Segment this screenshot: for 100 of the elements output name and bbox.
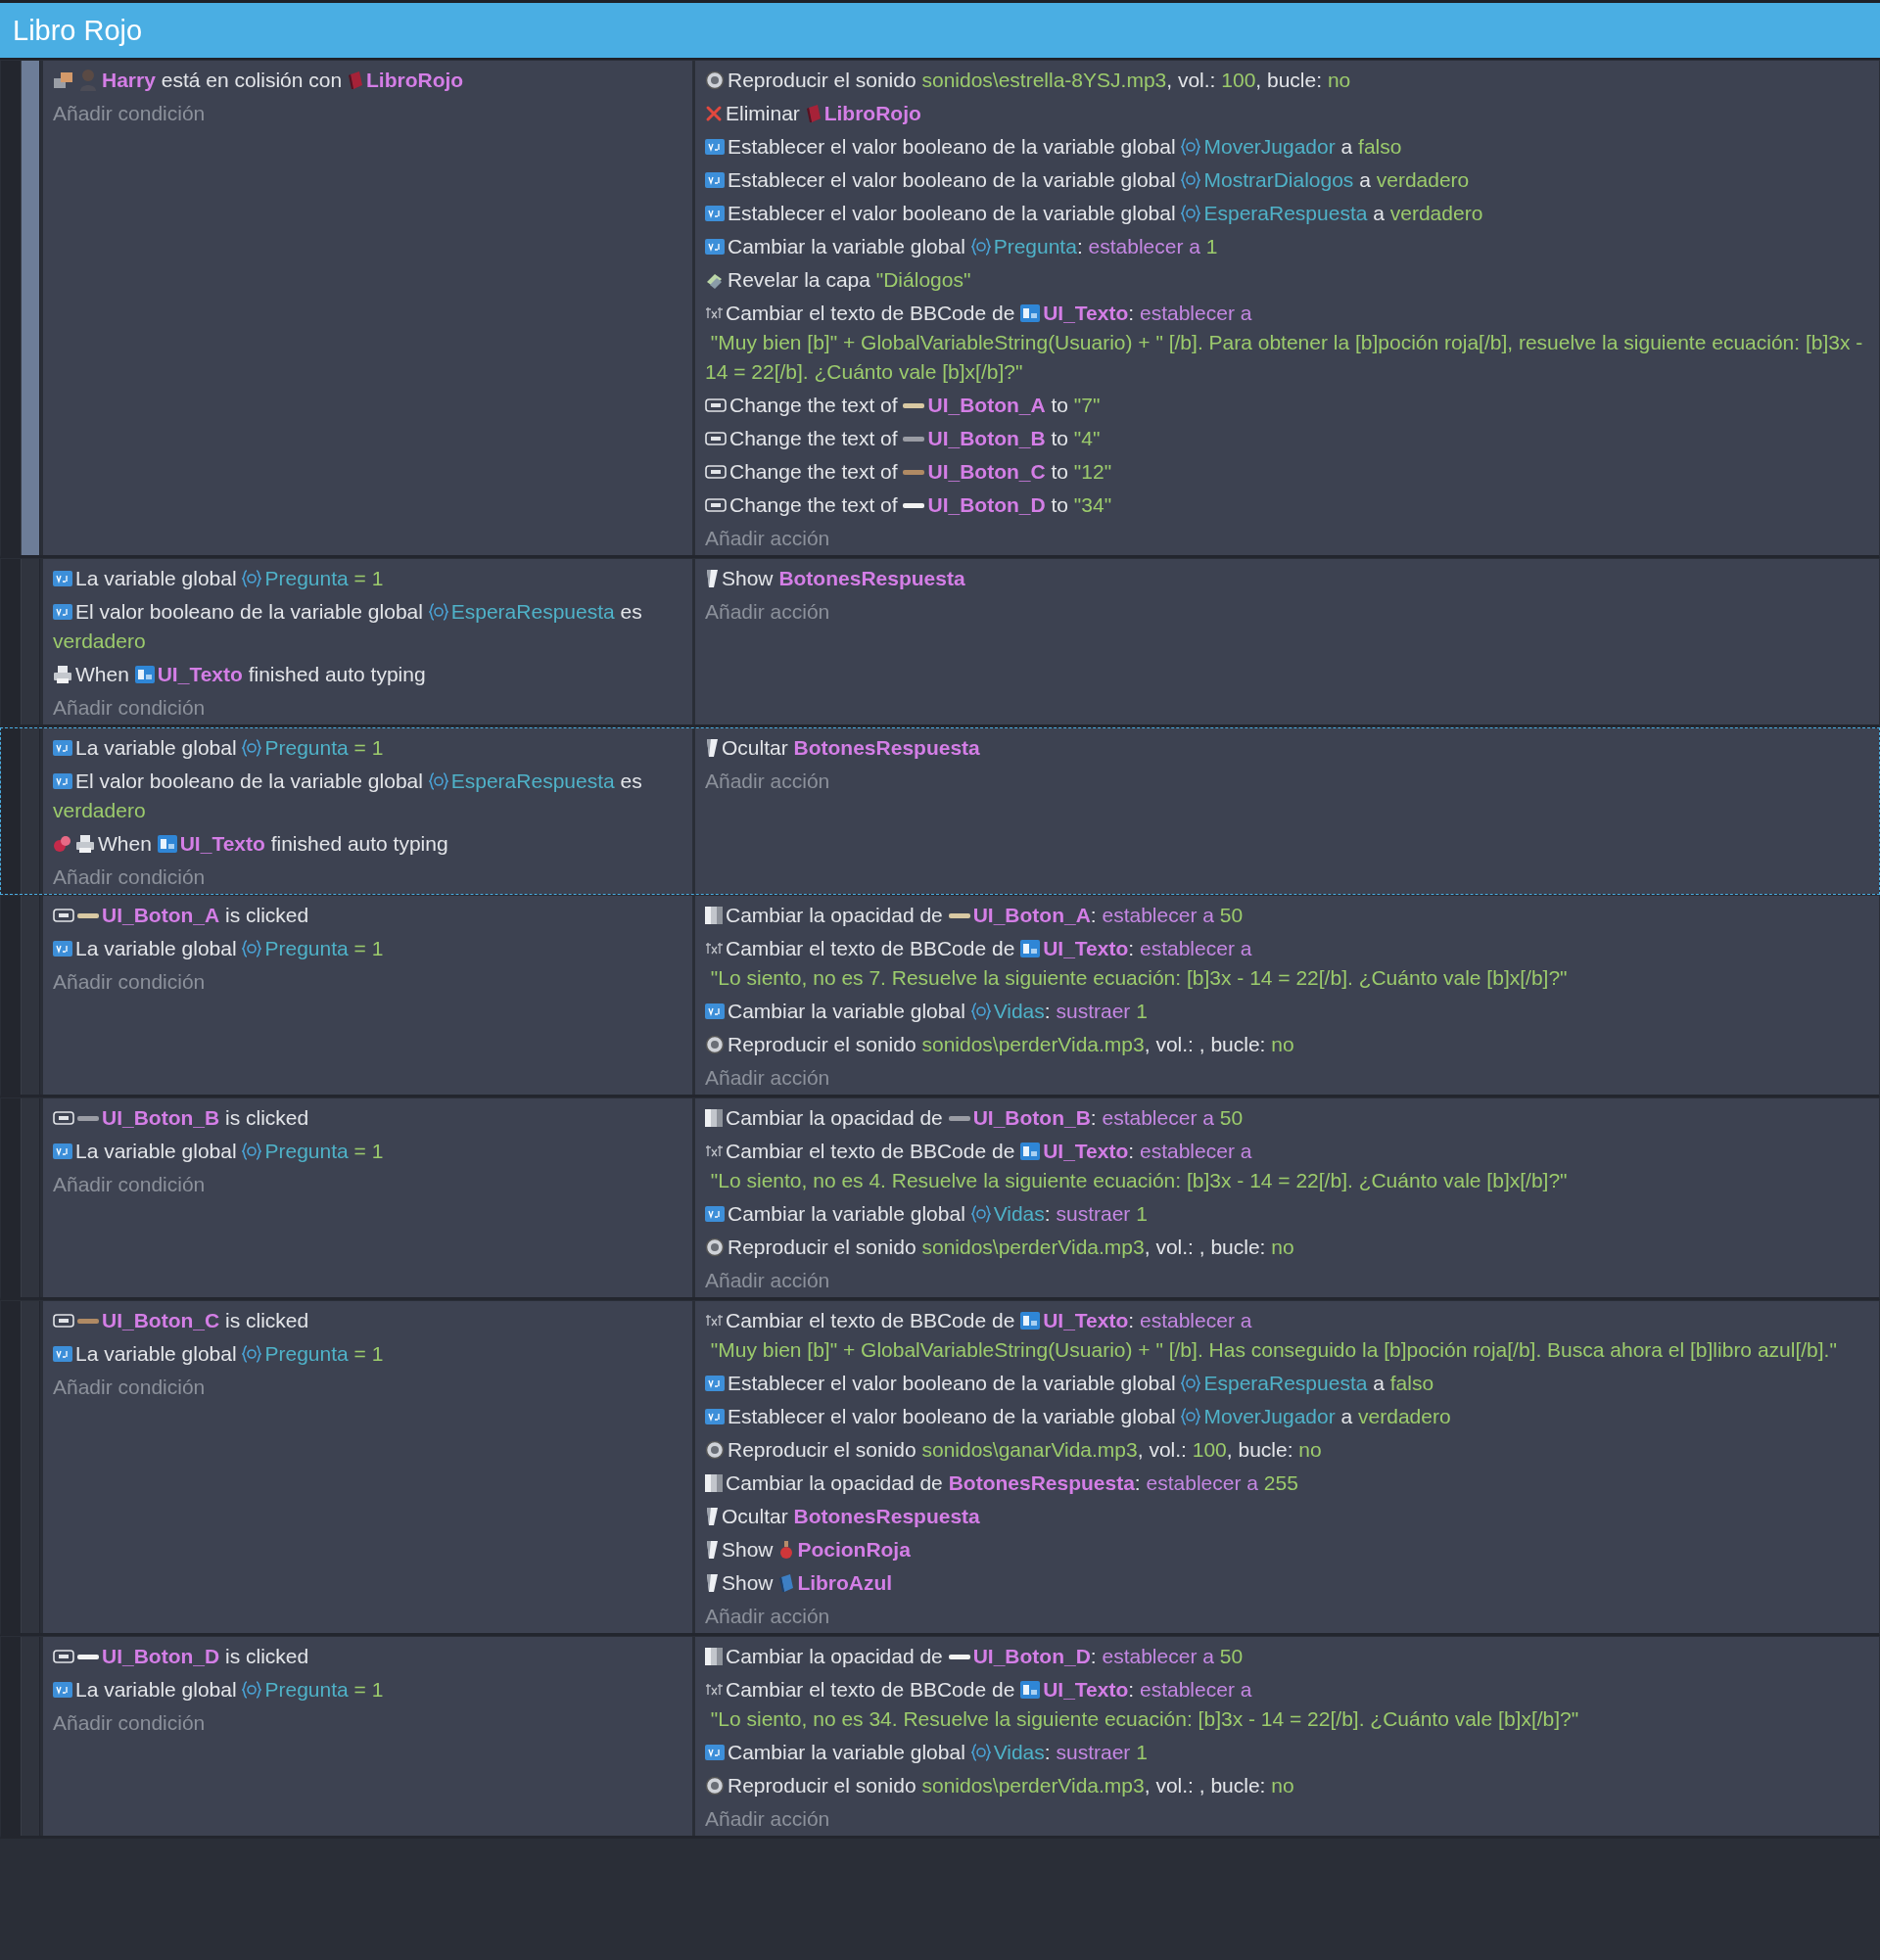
text-icon (705, 1144, 723, 1158)
event-text: es (619, 599, 643, 625)
braces-icon (1181, 204, 1201, 223)
add-action-button[interactable]: Añadir acción (705, 1602, 1869, 1631)
braces-icon (242, 1142, 262, 1161)
event-text: Show (722, 566, 775, 591)
parameter-value: falso (1358, 134, 1402, 160)
operation-text: establecer a (1146, 1470, 1258, 1496)
braces-icon (970, 237, 991, 257)
event-text: Cambiar la variable global (728, 999, 966, 1024)
flag-icon (705, 569, 719, 588)
drag-handle[interactable] (22, 1637, 39, 1836)
event-block[interactable] (0, 1300, 1880, 1636)
add-action-button[interactable]: Añadir acción (705, 1266, 1869, 1295)
text-object-icon (1020, 1143, 1041, 1160)
event-block[interactable] (0, 60, 1880, 558)
add-action-button[interactable]: Añadir acción (705, 1804, 1869, 1834)
add-action-button[interactable]: Añadir acción (705, 1063, 1869, 1093)
add-action-button[interactable]: Añadir acción (705, 767, 1869, 796)
braces-icon (970, 1743, 991, 1762)
event-text: : (1128, 1139, 1136, 1164)
event-text: a (1340, 1404, 1354, 1429)
event-text: to (1050, 492, 1069, 518)
parameter-value: no (1298, 1437, 1322, 1463)
potion-icon (778, 1540, 795, 1560)
drag-handle[interactable] (22, 559, 39, 724)
parameter-value: 50 (1218, 1105, 1244, 1131)
braces-icon (1181, 170, 1201, 190)
button-icon (53, 909, 74, 922)
add-condition-button[interactable]: Añadir condición (53, 967, 682, 997)
event-text: to (1050, 459, 1069, 485)
event-block[interactable]: La variable global Pregunta = 1 El valor booleano de la variable global EsperaRespuesta es verdadero When UI_Texto finished auto typing Añadir condición Ocultar BotonesRespuesta Añadir acción (0, 727, 1880, 895)
gradient-icon (705, 1474, 723, 1492)
parameter-value: no (1271, 1773, 1294, 1798)
object-name: LibroAzul (797, 1570, 893, 1596)
drag-handle[interactable] (22, 61, 39, 555)
add-condition-button[interactable]: Añadir condición (53, 99, 682, 128)
button-icon (705, 498, 727, 512)
event-block[interactable]: La variable global Pregunta = 1 El valor booleano de la variable global EsperaRespuesta es verdadero When UI_Texto finished auto typing Añadir condición Show BotonesRespuesta Añadir acción (0, 558, 1880, 727)
braces-icon (242, 1344, 262, 1364)
variable-name: EsperaRespuesta (450, 769, 615, 794)
add-action-button[interactable]: Añadir acción (705, 524, 1869, 553)
event-block[interactable] (0, 895, 1880, 1097)
text-object-icon (157, 835, 177, 853)
parameter-value: 100 (1221, 68, 1256, 93)
event-text: : (1134, 1470, 1142, 1496)
parameter-value: sonidos\perderVida.mp3 (921, 1773, 1145, 1798)
add-condition-button[interactable]: Añadir condición (53, 1708, 682, 1738)
event-block[interactable] (0, 1636, 1880, 1839)
variable-icon (705, 1206, 725, 1222)
event-text: Establecer el valor booleano de la variable global (728, 1404, 1177, 1429)
event-text: Cambiar la opacidad de (726, 1644, 944, 1669)
parameter-value: "Lo siento, no es 34. Resuelve la siguiente ecuación: [b]3x - 14 = 22[/b]. ¿Cuánto vale [b]x[/b]?" (709, 1706, 1580, 1732)
parameter-value: sonidos\ganarVida.mp3 (921, 1437, 1138, 1463)
sound-icon (705, 70, 725, 90)
add-action-button[interactable]: Añadir acción (705, 597, 1869, 627)
event-text: Establecer el valor booleano de la variable global (728, 1371, 1177, 1396)
drag-handle[interactable] (22, 728, 39, 894)
printer-icon (53, 665, 72, 684)
parameter-value: "Muy bien [b]" + GlobalVariableString(Usuario) + " [/b]. Has conseguido la [b]poción roja[/b]. Busca ahora el [b]libro azul[/b]." (709, 1337, 1838, 1363)
drag-handle[interactable] (22, 1098, 39, 1297)
parameter-value: 1 (1135, 999, 1148, 1024)
drag-handle[interactable] (22, 896, 39, 1095)
operation-text: establecer a (1140, 1308, 1252, 1333)
parameter-value: 1 (1135, 1201, 1148, 1227)
event-text: Establecer el valor booleano de la variable global (728, 167, 1177, 193)
braces-icon (242, 738, 262, 758)
event-text: Cambiar el texto de BBCode de (726, 936, 1016, 961)
event-text: : (1128, 936, 1136, 961)
event-text: : (1090, 903, 1098, 928)
text-object-icon (134, 666, 155, 683)
event-text: Change the text of (729, 492, 899, 518)
variable-icon (705, 139, 725, 155)
event-text: Change the text of (729, 426, 899, 451)
text-object-icon (1020, 1312, 1041, 1330)
object-name: BotonesRespuesta (778, 566, 965, 591)
add-condition-button[interactable]: Añadir condición (53, 863, 682, 892)
parameter-value: "4" (1073, 426, 1101, 451)
text-icon (705, 942, 723, 956)
event-text: , vol.: , bucle: (1144, 1235, 1267, 1260)
add-condition-button[interactable]: Añadir condición (53, 693, 682, 723)
parameter-value: verdadero (53, 798, 146, 823)
parameter-value: verdadero (1376, 167, 1470, 193)
event-text: , vol.: (1137, 1437, 1188, 1463)
event-text: Reproducir el sonido (728, 68, 917, 93)
text-icon (705, 1683, 723, 1697)
event-text: El valor booleano de la variable global (75, 599, 424, 625)
text-object-icon (1020, 304, 1041, 322)
variable-name: EsperaRespuesta (1203, 201, 1368, 226)
gradient-icon (705, 907, 723, 924)
event-block[interactable] (0, 1097, 1880, 1300)
add-condition-button[interactable]: Añadir condición (53, 1170, 682, 1199)
parameter-value: 255 (1262, 1470, 1298, 1496)
add-condition-button[interactable]: Añadir condición (53, 1373, 682, 1402)
parameter-value: "Lo siento, no es 4. Resuelve la siguiente ecuación: [b]3x - 14 = 22[/b]. ¿Cuánto vale [b]x[/b]?" (709, 1168, 1569, 1193)
event-text: finished auto typing (269, 831, 448, 857)
operation-text: establecer a (1088, 234, 1200, 259)
parameter-value: "Muy bien [b]" + GlobalVariableString(Usuario) + " [/b]. Para obtener la [b]poción roja[/b], resuelve la siguiente ecuación: [b]3x - 14 = 22[/b]. ¿Cuánto vale [b]x[/b]?" (705, 330, 1864, 385)
drag-handle[interactable] (22, 1301, 39, 1633)
event-text: es (619, 769, 643, 794)
